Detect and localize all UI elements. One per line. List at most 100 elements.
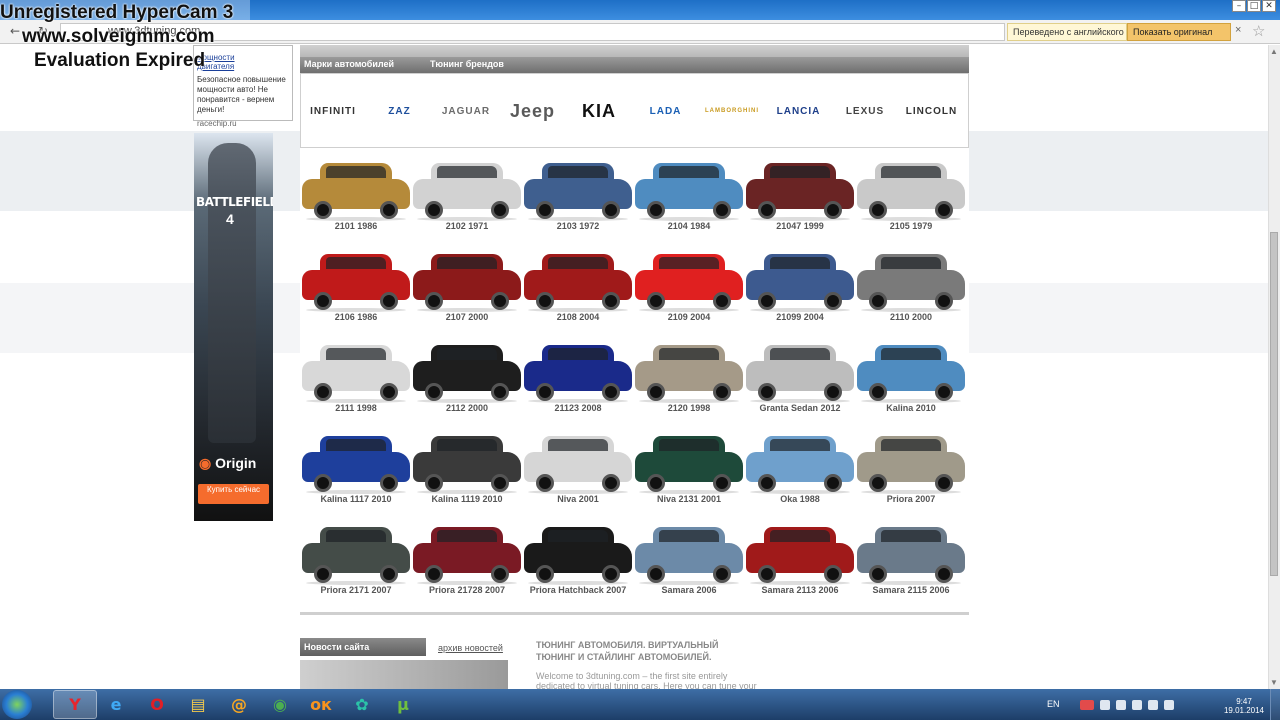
tuning-title: ТЮНИНГ АВТОМОБИЛЯ. ВИРТУАЛЬНЫЙ ТЮНИНГ И … <box>536 639 718 663</box>
car-tile[interactable]: 2102 1971 <box>411 157 523 245</box>
ad-link-engine[interactable]: двигателя <box>197 62 289 71</box>
car-tile[interactable]: 2108 2004 <box>522 248 634 336</box>
car-tile[interactable]: 2110 2000 <box>855 248 967 336</box>
tray-record-icon[interactable] <box>1080 700 1094 710</box>
tray-stop-icon[interactable] <box>1116 700 1126 710</box>
brand-logo-infiniti[interactable]: INFINITI <box>303 84 363 138</box>
car-tile[interactable]: 2109 2004 <box>633 248 745 336</box>
bookmark-star-icon[interactable]: ☆ <box>1252 22 1265 40</box>
car-tile[interactable]: 21099 2004 <box>744 248 856 336</box>
tray-pause-icon[interactable] <box>1100 700 1110 710</box>
car-tile[interactable]: Priora Hatchback 2007 <box>522 521 634 609</box>
yandex-icon[interactable]: Y <box>53 690 97 719</box>
car-tile[interactable]: 21123 2008 <box>522 339 634 427</box>
explorer-icon[interactable]: ▤ <box>176 690 220 719</box>
tray-network-icon[interactable] <box>1148 700 1158 710</box>
battlefield-banner[interactable]: BATTLEFIELD 4 ◉ Origin Купить сейчас <box>194 133 273 521</box>
brand-logo-lexus[interactable]: LEXUS <box>835 84 895 138</box>
car-wheel <box>935 565 953 583</box>
car-tile[interactable]: 2101 1986 <box>300 157 412 245</box>
car-tile[interactable]: 2111 1998 <box>300 339 412 427</box>
taskbar-clock[interactable]: 9:47 19.01.2014 <box>1222 697 1266 715</box>
car-tile[interactable]: Priora 2171 2007 <box>300 521 412 609</box>
mail-icon[interactable]: @ <box>217 690 261 719</box>
car-tile[interactable]: Priora 21728 2007 <box>411 521 523 609</box>
car-label: 2107 2000 <box>445 312 489 322</box>
news-archive-link[interactable]: архив новостей <box>438 643 503 653</box>
close-window-button[interactable]: ✕ <box>1262 0 1276 12</box>
spiral-icon[interactable]: ✿ <box>340 690 384 719</box>
car-tile[interactable]: Samara 2115 2006 <box>855 521 967 609</box>
scrollbar-thumb[interactable] <box>1270 232 1278 576</box>
minimize-button[interactable]: – <box>1232 0 1246 12</box>
menu-car-brands[interactable]: Марки автомобилей <box>304 59 394 69</box>
car-wheel <box>713 565 731 583</box>
car-tile[interactable]: 21047 1999 <box>744 157 856 245</box>
tray-flag-icon[interactable] <box>1132 700 1142 710</box>
window-controls: – □ ✕ <box>1232 0 1276 12</box>
start-button[interactable] <box>2 690 32 719</box>
odnoklassniki-icon[interactable]: ок <box>299 690 343 719</box>
menu-brand-tuning[interactable]: Тюнинг брендов <box>430 59 504 69</box>
car-tile[interactable]: Kalina 2010 <box>855 339 967 427</box>
brand-logo-kia[interactable]: KIA <box>569 84 629 138</box>
brand-logo-lincoln[interactable]: LINCOLN <box>902 84 962 138</box>
car-tile[interactable]: 2106 1986 <box>300 248 412 336</box>
back-icon[interactable]: ← <box>10 24 20 38</box>
maximize-button[interactable]: □ <box>1247 0 1261 12</box>
brand-logo-jeep[interactable]: Jeep <box>503 84 563 138</box>
language-indicator[interactable]: EN <box>1047 699 1060 709</box>
car-label: Priora 2171 2007 <box>320 585 392 595</box>
brand-logo-lamborghini[interactable]: LAMBORGHINI <box>702 84 762 138</box>
car-tile[interactable]: 2112 2000 <box>411 339 523 427</box>
car-wheel <box>536 565 554 583</box>
brand-logo-jaguar[interactable]: JAGUAR <box>436 84 496 138</box>
car-tile[interactable]: Niva 2001 <box>522 430 634 518</box>
close-translate-icon[interactable]: × <box>1235 24 1241 36</box>
system-tray <box>1080 698 1190 712</box>
car-wheel <box>602 383 620 401</box>
car-tile[interactable]: 2120 1998 <box>633 339 745 427</box>
car-tile[interactable]: Kalina 1119 2010 <box>411 430 523 518</box>
buy-now-button[interactable]: Купить сейчас <box>198 484 269 504</box>
news-header: Новости сайта <box>300 638 426 656</box>
car-wheel <box>425 474 443 492</box>
car-tile[interactable]: Samara 2006 <box>633 521 745 609</box>
ad-link-power[interactable]: мощности <box>197 53 289 62</box>
car-tile[interactable]: 2103 1972 <box>522 157 634 245</box>
car-window <box>659 439 719 451</box>
news-image[interactable] <box>300 660 508 689</box>
car-tile[interactable]: 2104 1984 <box>633 157 745 245</box>
brand-name: LAMBORGHINI <box>705 108 759 114</box>
car-window <box>659 166 719 178</box>
utorrent-icon[interactable]: µ <box>381 690 425 719</box>
brand-logo-zaz[interactable]: ZAZ <box>370 84 430 138</box>
scroll-up-icon[interactable]: ▲ <box>1270 47 1278 56</box>
car-tile[interactable]: Priora 2007 <box>855 430 967 518</box>
car-label: 21047 1999 <box>776 221 824 231</box>
car-tile[interactable]: 2107 2000 <box>411 248 523 336</box>
brand-logo-lada[interactable]: LADA <box>636 84 696 138</box>
car-wheel <box>602 474 620 492</box>
tray-volume-icon[interactable] <box>1164 700 1174 710</box>
car-tile[interactable]: 2105 1979 <box>855 157 967 245</box>
car-tile[interactable]: Niva 2131 2001 <box>633 430 745 518</box>
opera-icon[interactable]: O <box>135 690 179 719</box>
car-label: 2112 2000 <box>445 403 489 413</box>
car-window <box>881 257 941 269</box>
car-label: Priora Hatchback 2007 <box>529 585 627 595</box>
brand-name: LINCOLN <box>905 105 958 117</box>
chrome-icon[interactable]: ◉ <box>258 690 302 719</box>
car-tile[interactable]: Oka 1988 <box>744 430 856 518</box>
car-tile[interactable]: Kalina 1117 2010 <box>300 430 412 518</box>
show-original-button[interactable]: Показать оригинал <box>1127 23 1231 41</box>
ie-icon[interactable]: e <box>94 690 138 719</box>
brand-name: JAGUAR <box>441 105 491 117</box>
scroll-down-icon[interactable]: ▼ <box>1270 678 1278 687</box>
brand-logo-lancia[interactable]: LANCIA <box>769 84 829 138</box>
show-desktop-button[interactable] <box>1270 689 1280 720</box>
sidebar-ad[interactable]: мощности двигателя Безопасное повышение … <box>193 45 293 128</box>
car-label: Kalina 1117 2010 <box>320 494 392 504</box>
car-tile[interactable]: Granta Sedan 2012 <box>744 339 856 427</box>
car-tile[interactable]: Samara 2113 2006 <box>744 521 856 609</box>
